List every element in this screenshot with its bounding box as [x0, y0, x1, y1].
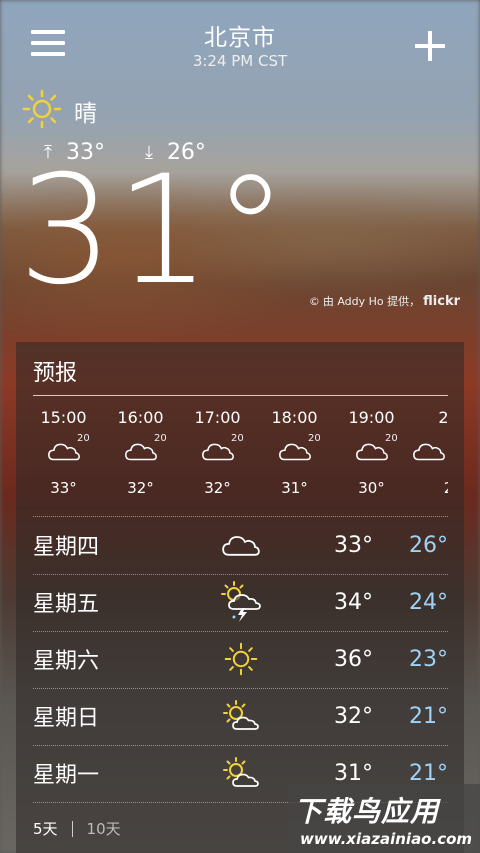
tab-5-day[interactable]: 5天 — [33, 818, 58, 839]
flickr-logo: flickr — [423, 293, 460, 309]
local-time: 3:24 PM CST — [192, 52, 288, 70]
precip-chance: 20 — [77, 433, 90, 444]
day-name: 星期四 — [33, 535, 100, 560]
hourly-item: 19:00 20 30° — [333, 408, 410, 497]
hour-temp: 33° — [50, 479, 77, 497]
day-high: 32° — [334, 703, 373, 729]
hour-time: 19:00 — [348, 408, 395, 427]
forecast-range-tabs: 5天 10天 — [33, 818, 121, 839]
cloud-icon — [124, 441, 158, 466]
hour-time: 17:00 — [194, 408, 241, 427]
condition-text: 晴 — [74, 101, 97, 127]
day-high: 33° — [334, 532, 373, 558]
partly-cloudy-icon — [203, 756, 278, 790]
sun-icon — [203, 641, 278, 677]
hour-time: 15:00 — [40, 408, 87, 427]
day-high: 31° — [334, 760, 373, 786]
city-name[interactable]: 北京市 — [0, 18, 480, 52]
hourly-item: 15:00 20 33° — [25, 408, 102, 497]
precip-chance: 20 — [385, 433, 398, 444]
current-temperature: 31° — [18, 144, 290, 318]
day-low: 21° — [409, 703, 448, 729]
daily-row[interactable]: 星期五 34° 24° — [33, 574, 448, 630]
hourly-item: 17:00 20 32° — [179, 408, 256, 497]
precip-chance: 20 — [231, 433, 244, 444]
hour-time: 18:00 — [271, 408, 318, 427]
day-name: 星期日 — [33, 706, 100, 731]
cloud-icon — [278, 441, 312, 466]
hour-time: 20 — [438, 408, 448, 427]
precip-chance: 20 — [308, 433, 321, 444]
cloud-icon — [355, 441, 389, 466]
sun-icon — [22, 89, 62, 133]
plus-icon[interactable] — [412, 28, 448, 64]
photo-credit[interactable]: © 由 Addy Ho 提供， flickr — [309, 293, 460, 309]
hourly-forecast[interactable]: 15:00 20 33° 16:00 20 32° 17:00 20 32° 18:00 20 31°… — [25, 408, 448, 508]
hourly-item: 16:00 20 32° — [102, 408, 179, 497]
daily-row[interactable]: 星期六 36° 23° — [33, 631, 448, 687]
precip-chance: 20 — [154, 433, 167, 444]
hour-temp: 2 — [410, 479, 448, 497]
day-low: 21° — [409, 760, 448, 786]
day-low: 26° — [409, 532, 448, 558]
day-high: 36° — [334, 646, 373, 672]
hour-temp: 31° — [281, 479, 308, 497]
daily-row[interactable]: 星期四 33° 26° — [33, 517, 448, 573]
hour-time: 16:00 — [117, 408, 164, 427]
forecast-title: 预报 — [33, 361, 78, 386]
current-condition: 晴 — [22, 89, 97, 133]
day-name: 星期一 — [33, 763, 100, 788]
hour-temp: 32° — [204, 479, 231, 497]
day-high: 34° — [334, 589, 373, 615]
daily-row[interactable]: 星期日 32° 21° — [33, 688, 448, 744]
hour-temp: 32° — [127, 479, 154, 497]
thunderstorm-sun-icon — [203, 581, 278, 623]
cloud-night-icon — [47, 441, 81, 466]
watermark: 下载鸟应用 www.xiazainiao.com — [288, 784, 480, 853]
copyright-icon: © — [308, 294, 320, 308]
cloud-icon — [412, 441, 446, 466]
hourly-item: 20 2 — [410, 408, 448, 497]
cloud-icon — [203, 533, 278, 558]
day-name: 星期五 — [33, 592, 100, 617]
tab-10-day[interactable]: 10天 — [87, 818, 121, 839]
hourly-item: 18:00 20 31° — [256, 408, 333, 497]
partly-cloudy-icon — [203, 699, 278, 733]
day-low: 23° — [409, 646, 448, 672]
divider — [33, 395, 448, 396]
hour-temp: 30° — [358, 479, 385, 497]
day-low: 24° — [409, 589, 448, 615]
cloud-icon — [201, 441, 235, 466]
day-name: 星期六 — [33, 649, 100, 674]
